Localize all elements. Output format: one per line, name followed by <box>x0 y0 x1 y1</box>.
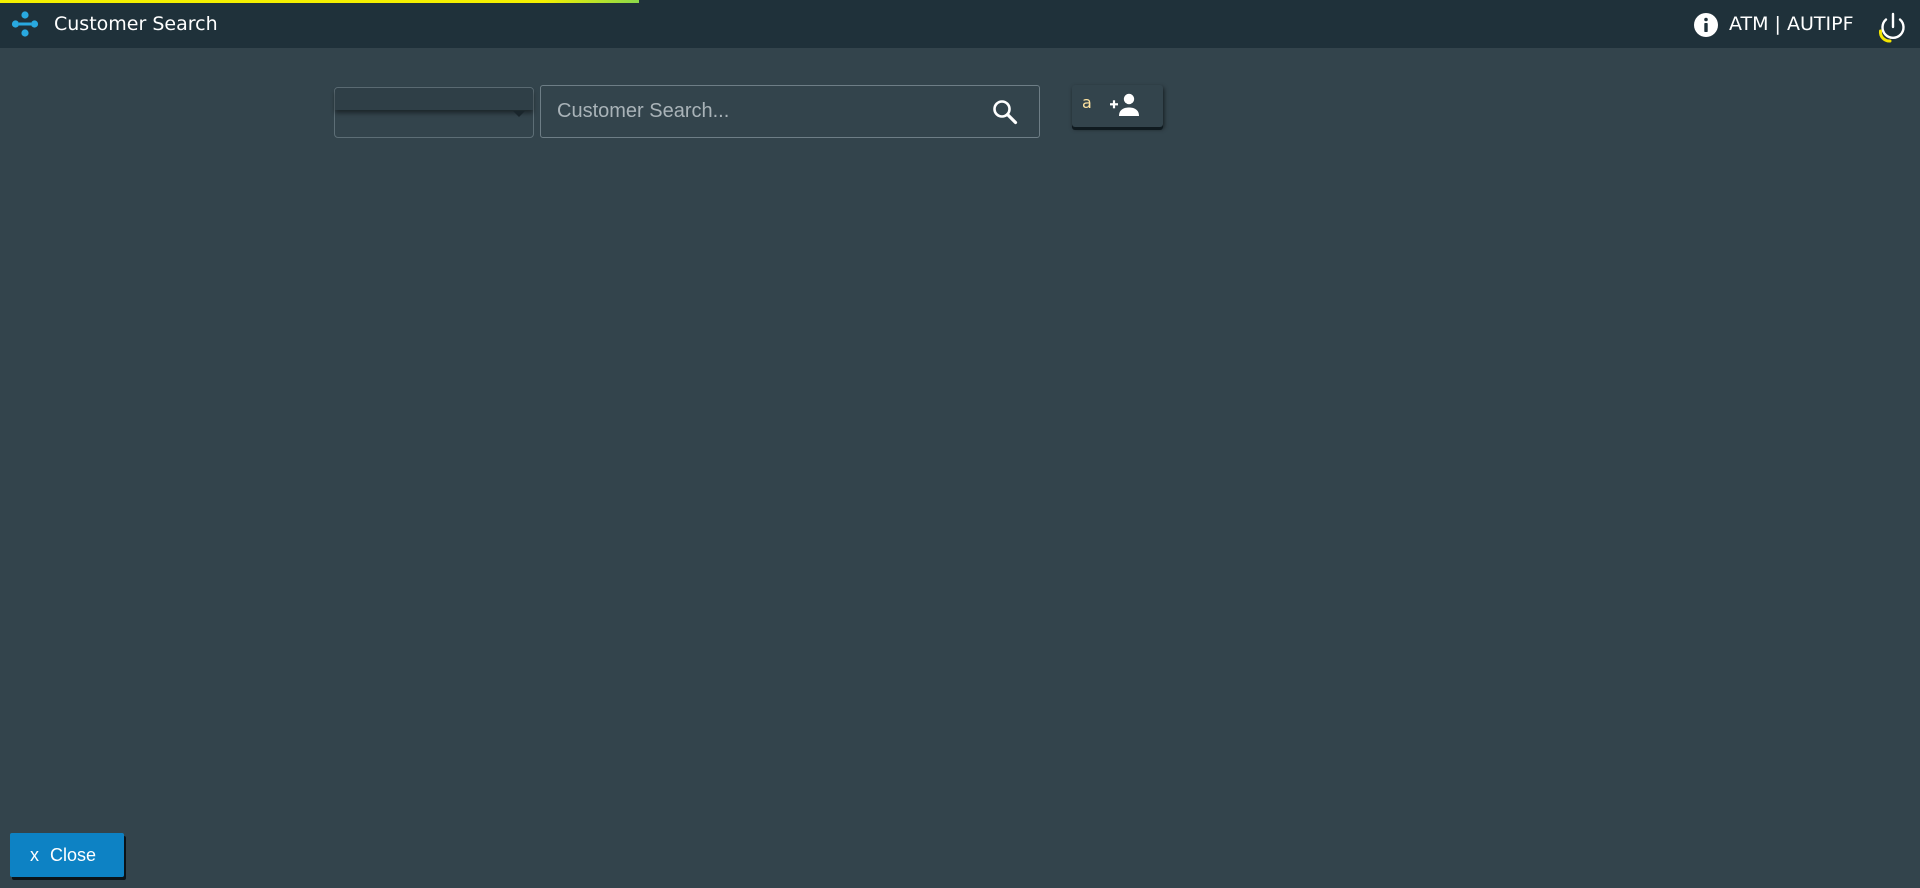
user-context-label: ATM | AUTIPF <box>1729 13 1854 35</box>
customer-search-box <box>540 85 1040 138</box>
info-icon[interactable] <box>1693 12 1719 38</box>
customer-search-input[interactable] <box>541 86 981 137</box>
close-button-label: Close <box>50 845 97 865</box>
add-customer-button[interactable]: a <box>1072 85 1163 127</box>
chevron-down-icon <box>513 111 525 117</box>
app-logo-icon <box>11 11 39 37</box>
close-button[interactable]: x Close <box>10 833 124 877</box>
add-customer-shortcut-key: a <box>1082 93 1092 112</box>
search-icon[interactable] <box>991 98 1019 126</box>
page-title: Customer Search <box>54 13 218 35</box>
search-type-select[interactable] <box>334 87 534 138</box>
top-bar: Customer Search ATM | AUTIPF <box>0 0 1920 48</box>
power-icon[interactable] <box>1876 10 1910 44</box>
person-add-icon <box>1110 93 1139 116</box>
loading-progress-bar <box>0 0 1920 3</box>
close-icon: x <box>30 845 39 865</box>
search-type-value <box>335 88 533 110</box>
loading-progress-fill <box>0 0 640 3</box>
customer-search-screen: Customer Search ATM | AUTIPF a <box>0 0 1920 888</box>
